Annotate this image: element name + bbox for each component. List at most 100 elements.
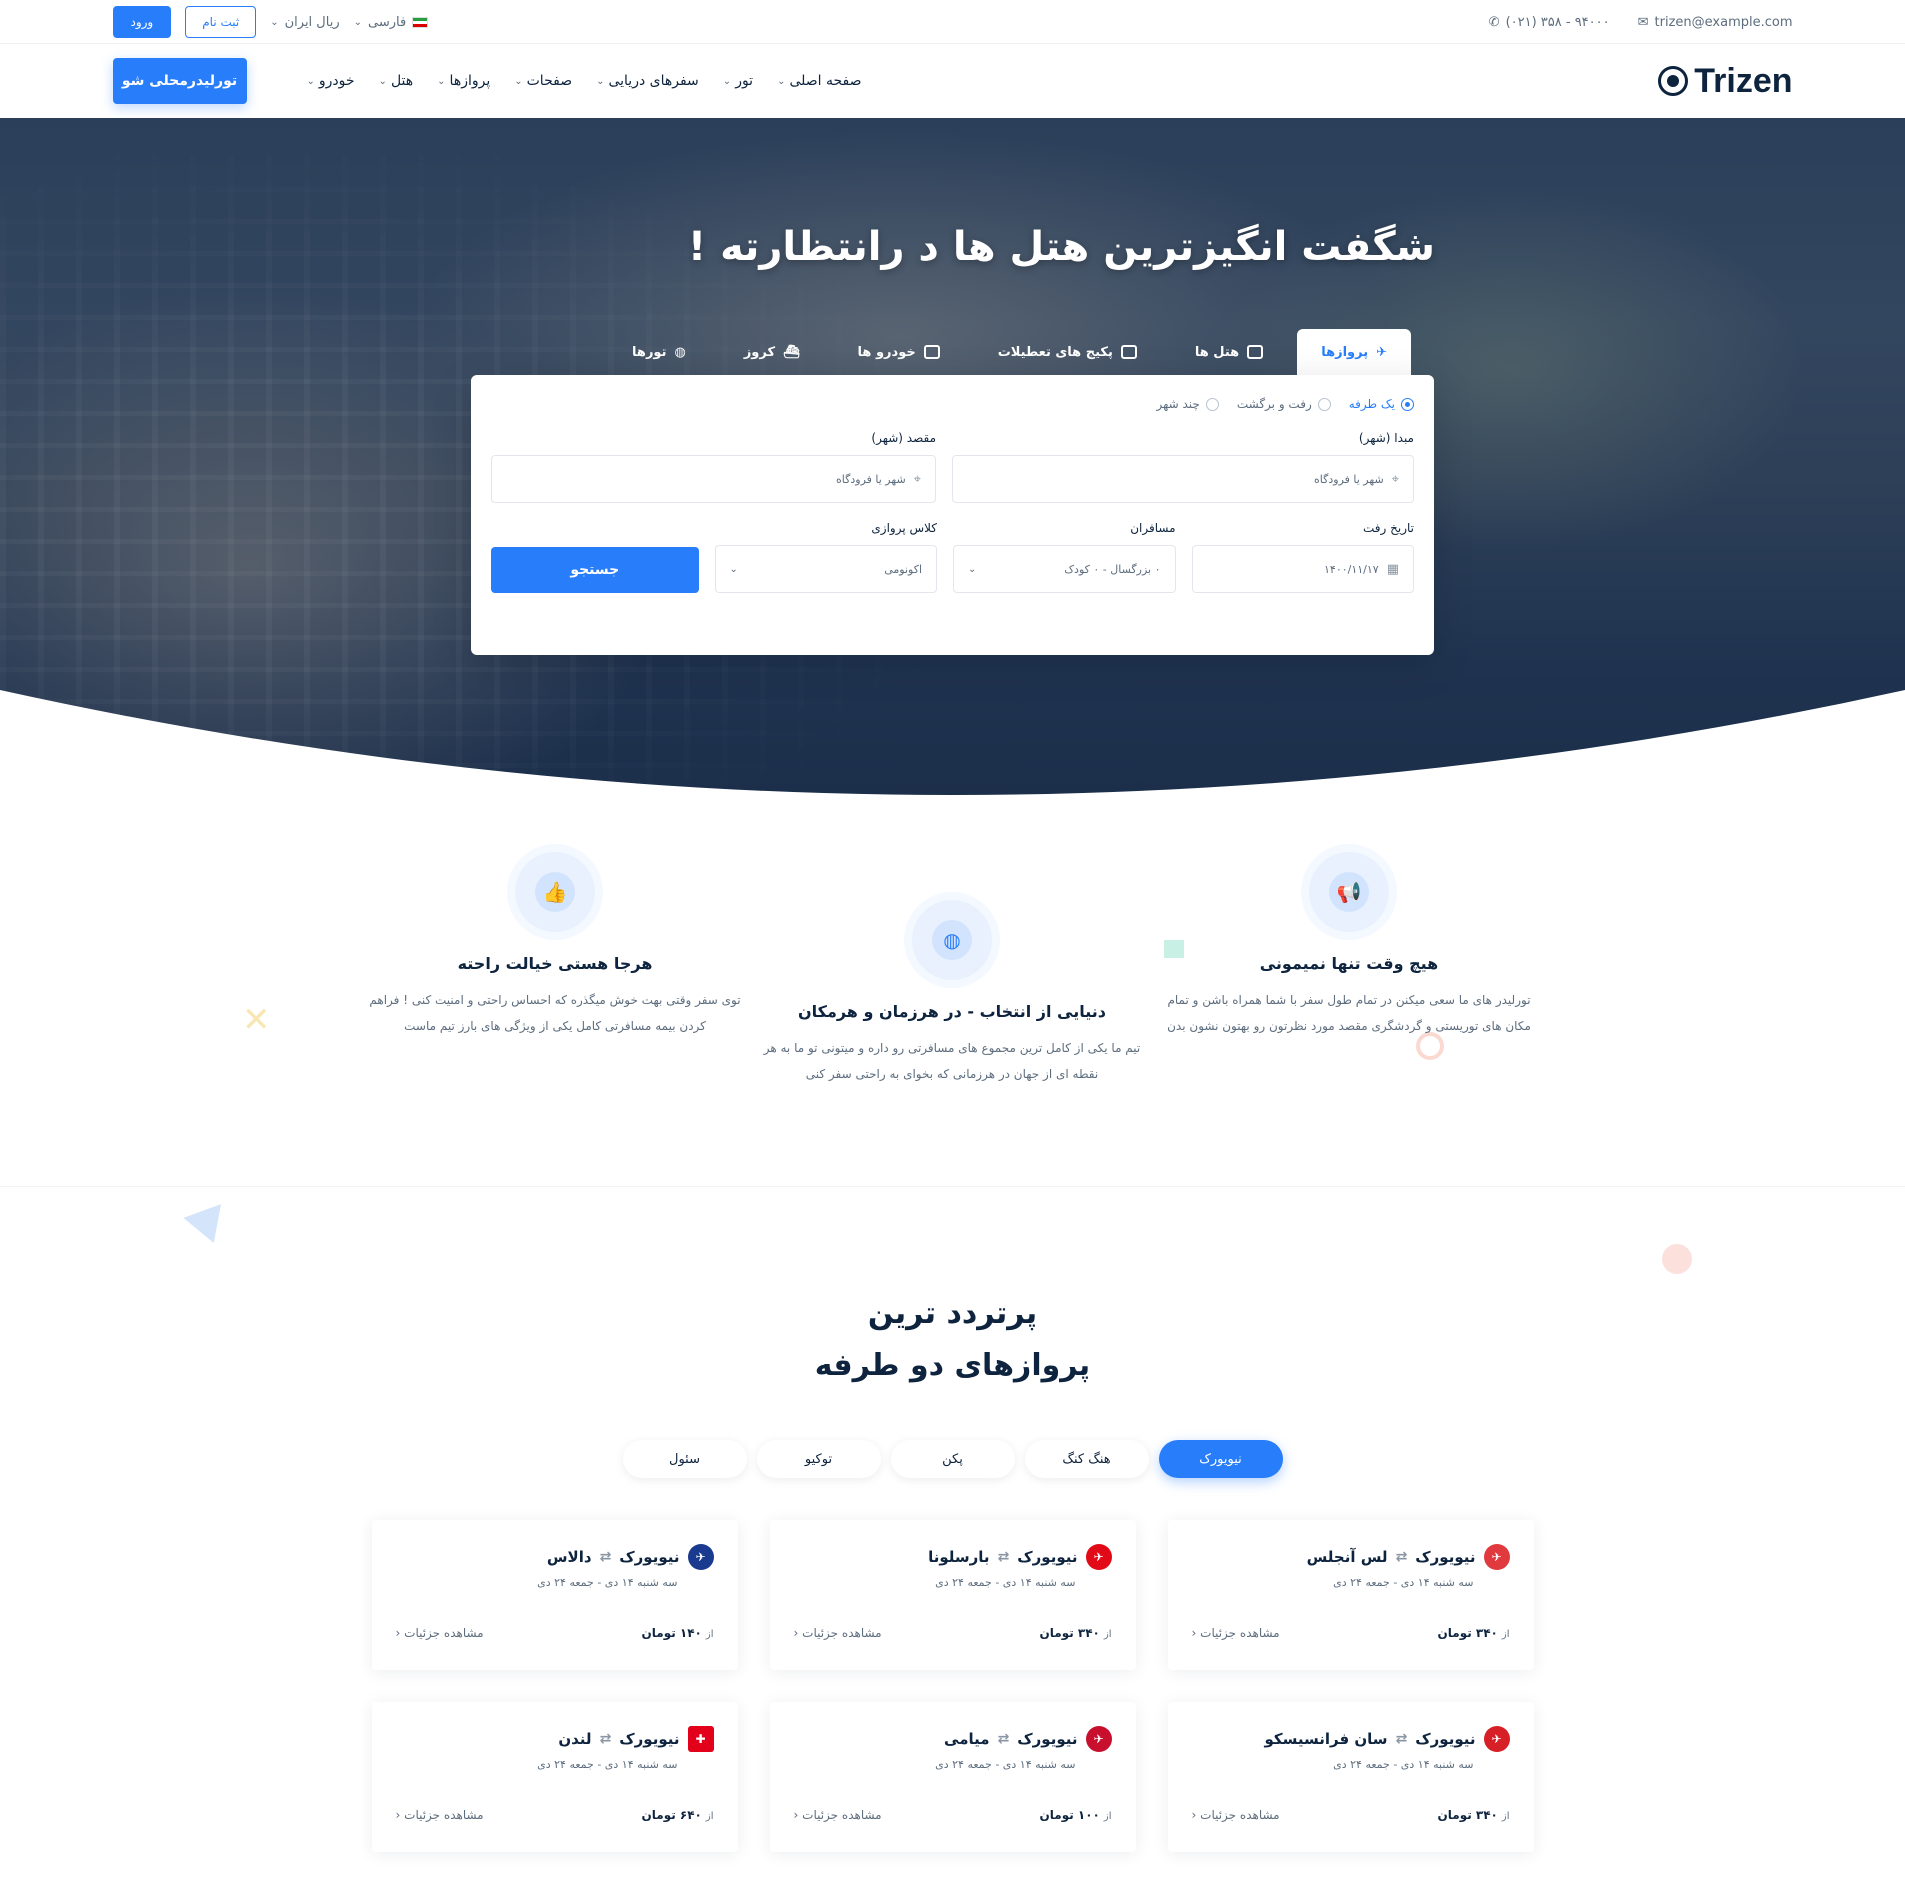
- price: از۳۴۰ تومان: [1438, 1626, 1510, 1640]
- city-tab-seoul[interactable]: سئول: [622, 1440, 747, 1478]
- view-details-link[interactable]: مشاهده جزئیات ‹: [1192, 1808, 1280, 1822]
- chevron-down-icon: ⌄: [596, 75, 605, 87]
- origin-label: مبدا (شهر): [1358, 431, 1414, 445]
- menu-item-cruise[interactable]: سفرهای دریایی ⌄: [596, 73, 699, 89]
- section-title-line1: پرتردد ترین: [867, 1296, 1038, 1331]
- price: از۱۴۰ تومان: [642, 1626, 714, 1640]
- menu-item-home[interactable]: صفحه اصلی ⌄: [777, 73, 861, 89]
- feature-icon-wrap: ◍: [912, 900, 992, 980]
- search-button[interactable]: جستجو: [491, 547, 699, 593]
- view-details-link[interactable]: مشاهده جزئیات ‹: [794, 1808, 882, 1822]
- price-prefix: از: [1501, 1629, 1510, 1640]
- city-tab-tokyo[interactable]: توکیو: [756, 1440, 881, 1478]
- view-details-link[interactable]: مشاهده جزئیات ‹: [396, 1626, 484, 1640]
- email-text: trizen@example.com: [1654, 14, 1793, 30]
- email[interactable]: ✉ trizen@example.com: [1638, 15, 1793, 30]
- tab-cars[interactable]: خودرو ها: [834, 329, 964, 375]
- decor-dot: [1662, 1244, 1692, 1274]
- passengers-field: مسافران ۰ بزرگسال - ۰ کودک ⌄: [953, 521, 1176, 593]
- city-tab-newyork[interactable]: نیویورک: [1158, 1440, 1283, 1478]
- route-to: لندن: [558, 1730, 592, 1748]
- mail-icon: ✉: [1637, 14, 1649, 30]
- menu-item-car[interactable]: خودرو ⌄: [307, 73, 355, 89]
- flight-card[interactable]: ✈ نیویورک ⇄ لس آنجلس سه شنبه ۱۴ دی - جمع…: [1167, 1520, 1534, 1670]
- menu-item-hotel[interactable]: هتل ⌄: [379, 73, 414, 89]
- signup-button[interactable]: ثبت نام: [185, 6, 257, 38]
- chevron-down-icon: ⌄: [270, 16, 279, 28]
- price-prefix: از: [705, 1811, 714, 1822]
- swap-arrows-icon: ⇄: [997, 1731, 1010, 1747]
- route-to: میامی: [944, 1730, 990, 1748]
- price: از۳۴۰ تومان: [1438, 1808, 1510, 1822]
- class-select[interactable]: اکونومی ⌄: [714, 545, 938, 593]
- radio-dot: [1401, 397, 1414, 411]
- tab-flights[interactable]: ✈ پروازها: [1297, 329, 1411, 375]
- feature-title: هیچ وقت تنها نمیمونی: [1259, 954, 1439, 973]
- become-guide-button[interactable]: تورلیدرمحلی شو: [112, 58, 247, 104]
- city-tab-hongkong[interactable]: هنگ کنگ: [1024, 1440, 1149, 1478]
- feature-card: 👍 هرجا هستی خیالت راحته توی سفر وقتی بهت…: [365, 852, 745, 1039]
- radio-dot: [1317, 397, 1331, 411]
- section-title-line2: پروازهای دو طرفه: [814, 1348, 1091, 1383]
- origin-placeholder: شهر یا فرودگاه: [1314, 472, 1384, 486]
- swap-arrows-icon: ⇄: [1395, 1731, 1408, 1747]
- tab-cruise[interactable]: ⛴ کروز: [720, 329, 824, 375]
- flight-card[interactable]: ✈ نیویورک ⇄ بارسلونا سه شنبه ۱۴ دی - جمع…: [769, 1520, 1136, 1670]
- chevron-left-icon: ‹: [793, 1808, 799, 1822]
- flight-cards: ✈ نیویورک ⇄ لس آنجلس سه شنبه ۱۴ دی - جمع…: [371, 1520, 1534, 1852]
- bag-icon: [1120, 345, 1137, 359]
- feature-card: ◍ دنیایی از انتخاب - در هرزمان و هرمکان …: [762, 900, 1142, 1087]
- date-input[interactable]: ▦ ۱۴۰۰/۱۱/۱۷: [1191, 545, 1414, 593]
- menu-item-pages[interactable]: صفحات ⌄: [514, 73, 572, 89]
- flight-card[interactable]: ✈ نیویورک ⇄ سان فرانسیسکو سه شنبه ۱۴ دی …: [1167, 1702, 1534, 1852]
- radio-multi-city[interactable]: چند شهر: [1156, 397, 1219, 411]
- menu-item-flights[interactable]: پروازها ⌄: [437, 73, 490, 89]
- view-details-link[interactable]: مشاهده جزئیات ‹: [396, 1808, 484, 1822]
- chevron-down-icon: ⌄: [729, 563, 738, 575]
- flight-card[interactable]: ✈ نیویورک ⇄ میامی سه شنبه ۱۴ دی - جمعه ۲…: [769, 1702, 1136, 1852]
- details-label: مشاهده جزئیات: [404, 1626, 484, 1640]
- menu-label: هتل: [390, 73, 414, 89]
- view-details-link[interactable]: مشاهده جزئیات ‹: [794, 1626, 882, 1640]
- logo-text: Trizen: [1694, 61, 1793, 100]
- phone[interactable]: ✆ (۰۲۱) ۳۵۸ - ۹۴۰۰۰: [1489, 15, 1610, 30]
- route: ✈ نیویورک ⇄ لس آنجلس: [1192, 1544, 1510, 1570]
- bed-icon: [1247, 345, 1264, 359]
- details-label: مشاهده جزئیات: [1200, 1626, 1280, 1640]
- route: ✚ نیویورک ⇄ لندن: [396, 1726, 714, 1752]
- date-field: تاریخ رفت ▦ ۱۴۰۰/۱۱/۱۷: [1191, 521, 1414, 593]
- destination-input[interactable]: ⌖ شهر یا فرودگاه: [491, 455, 936, 503]
- price-value: ۳۴۰ تومان: [1437, 1808, 1498, 1822]
- hero: شگفت انگیزترین هتل ها د رانتظارته ! ✈ پرو…: [0, 118, 1905, 800]
- tab-hotels[interactable]: هتل ها: [1171, 329, 1287, 375]
- view-details-link[interactable]: مشاهده جزئیات ‹: [1192, 1626, 1280, 1640]
- menu-item-tour[interactable]: تور ⌄: [723, 73, 753, 89]
- chevron-left-icon: ‹: [395, 1626, 401, 1640]
- tab-tours[interactable]: ◍ تورها: [608, 329, 710, 375]
- chevron-down-icon: ⌄: [437, 75, 446, 87]
- tab-label: پروازها: [1321, 344, 1369, 360]
- flight-card[interactable]: ✈ نیویورک ⇄ دالاس سه شنبه ۱۴ دی - جمعه ۲…: [371, 1520, 738, 1670]
- details-label: مشاهده جزئیات: [1200, 1808, 1280, 1822]
- details-label: مشاهده جزئیات: [802, 1626, 882, 1640]
- tab-packages[interactable]: پکیج های تعطیلات: [974, 329, 1161, 375]
- details-label: مشاهده جزئیات: [404, 1808, 484, 1822]
- language-select[interactable]: فارسی ⌄: [354, 15, 429, 30]
- flight-card[interactable]: ✚ نیویورک ⇄ لندن سه شنبه ۱۴ دی - جمعه ۲۴…: [371, 1702, 738, 1852]
- destination-label: مقصد (شهر): [871, 431, 936, 445]
- login-button[interactable]: ورود: [112, 6, 172, 38]
- route: ✈ نیویورک ⇄ دالاس: [396, 1544, 714, 1570]
- airline-logo-icon: ✈: [687, 1544, 714, 1570]
- price-value: ۳۴۰ تومان: [1039, 1626, 1100, 1640]
- city-tab-beijing[interactable]: پکن: [890, 1440, 1015, 1478]
- feature-text: توی سفر وقتی بهت خوش میگذره که احساس راح…: [369, 993, 741, 1033]
- origin-input[interactable]: ⌖ شهر یا فرودگاه: [952, 455, 1414, 503]
- currency-select[interactable]: ریال ایران ⌄: [270, 15, 339, 30]
- swap-arrows-icon: ⇄: [1395, 1549, 1408, 1565]
- logo[interactable]: Trizen: [1658, 61, 1793, 101]
- passengers-select[interactable]: ۰ بزرگسال - ۰ کودک ⌄: [953, 545, 1176, 593]
- radio-one-way[interactable]: یک طرفه: [1349, 397, 1414, 411]
- route-from: نیویورک: [1415, 1730, 1476, 1748]
- radio-round-trip[interactable]: رفت و برگشت: [1237, 397, 1331, 411]
- passengers-label: مسافران: [1130, 521, 1176, 535]
